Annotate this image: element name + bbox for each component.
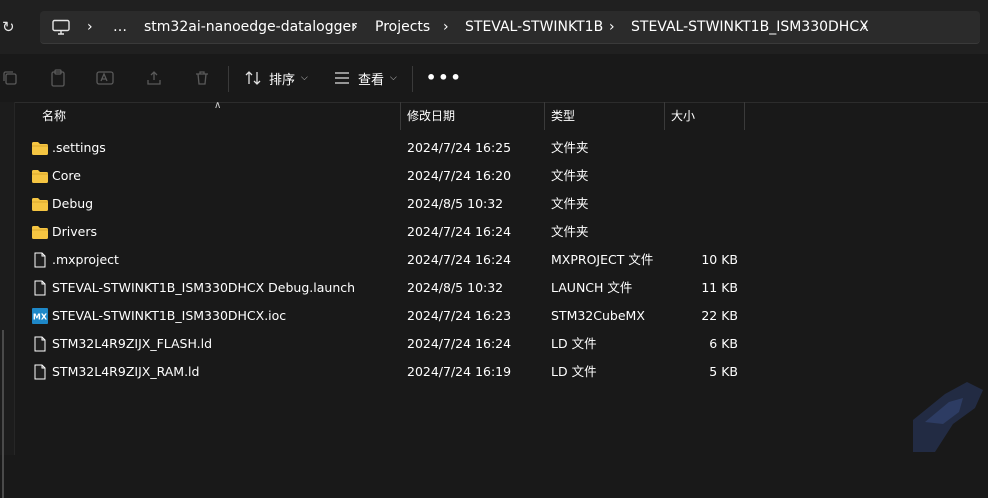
mx-icon: MX: [31, 308, 49, 324]
file-name: STM32L4R9ZIJX_RAM.ld: [52, 364, 200, 379]
file-modified-date: 2024/7/24 16:23: [407, 308, 512, 323]
svg-text:MX: MX: [33, 313, 48, 322]
file-type: LD 文件: [551, 364, 597, 379]
column-header-row: ∧ 名称 修改日期 类型 大小: [0, 100, 988, 130]
file-type: 文件夹: [551, 168, 589, 183]
file-row[interactable]: MX STEVAL-STWINKT1B_ISM330DHCX.ioc 2024/7/…: [22, 302, 752, 330]
watermark-logo: [913, 382, 983, 452]
file-modified-date: 2024/7/24 16:20: [407, 168, 512, 183]
file-modified-date: 2024/7/24 16:25: [407, 140, 512, 155]
file-icon: [31, 336, 49, 352]
file-name: STM32L4R9ZIJX_FLASH.ld: [52, 336, 213, 351]
chevron-right-icon[interactable]: ›: [862, 11, 868, 43]
file-name: STEVAL-STWINKT1B_ISM330DHCX Debug.launch: [52, 280, 356, 295]
breadcrumb-steval-stwinkt1b[interactable]: STEVAL-STWINKT1B: [465, 11, 603, 43]
delete-icon[interactable]: [190, 66, 214, 90]
chevron-right-icon[interactable]: ›: [87, 11, 93, 43]
file-size: [672, 218, 738, 246]
file-row[interactable]: .mxproject 2024/7/24 16:24 MXPROJECT 文件 10 …: [22, 246, 752, 274]
file-type: MXPROJECT 文件: [551, 252, 654, 267]
file-modified-date: 2024/7/24 16:19: [407, 364, 512, 379]
chevron-down-icon: ⌵: [301, 73, 308, 83]
column-header-size[interactable]: 大小: [664, 102, 745, 130]
sort-label: 排序: [269, 72, 296, 88]
chevron-right-icon[interactable]: ›: [609, 11, 615, 43]
address-bar[interactable]: › … stm32ai-nanoedge-datalogger › Projec…: [40, 11, 980, 44]
breadcrumb-stm32ai-nanoedge-datalogger[interactable]: stm32ai-nanoedge-datalogger: [144, 11, 357, 43]
file-size: 6 KB: [709, 336, 738, 351]
paste-icon[interactable]: [46, 66, 70, 90]
file-modified-date: 2024/8/5 10:32: [407, 196, 504, 211]
file-size: 5 KB: [709, 364, 738, 379]
folder-icon: [31, 140, 49, 156]
file-row[interactable]: STEVAL-STWINKT1B_ISM330DHCX Debug.launch…: [22, 274, 752, 302]
file-row[interactable]: Core 2024/7/24 16:20 文件夹: [22, 162, 752, 190]
file-type: 文件夹: [551, 196, 589, 211]
file-name: .mxproject: [52, 252, 119, 267]
column-header-name[interactable]: 名称: [35, 102, 401, 130]
file-type: 文件夹: [551, 224, 589, 239]
file-name: Debug: [52, 196, 94, 211]
address-bar-area: ↻ › … stm32ai-nanoedge-datalogger › Proj…: [0, 0, 988, 54]
file-size: [672, 190, 738, 218]
file-modified-date: 2024/8/5 10:32: [407, 280, 504, 295]
navigation-pane-edge: [0, 102, 15, 498]
file-name: Drivers: [52, 224, 97, 239]
copy-icon[interactable]: [0, 66, 22, 90]
breadcrumb-projects[interactable]: Projects: [375, 11, 430, 43]
column-header-type[interactable]: 类型: [544, 102, 665, 130]
file-row[interactable]: Debug 2024/8/5 10:32 文件夹: [22, 190, 752, 218]
file-size: 22 KB: [701, 308, 738, 323]
file-icon: [31, 364, 49, 380]
file-row[interactable]: .settings 2024/7/24 16:25 文件夹: [22, 134, 752, 162]
view-label: 查看: [358, 72, 385, 88]
file-size: 10 KB: [701, 252, 738, 267]
file-row[interactable]: STM32L4R9ZIJX_FLASH.ld 2024/7/24 16:24 LD …: [22, 330, 752, 358]
file-icon: [31, 252, 49, 268]
rename-icon[interactable]: [93, 66, 117, 90]
file-modified-date: 2024/7/24 16:24: [407, 224, 512, 239]
file-type: 文件夹: [551, 140, 589, 155]
chevron-right-icon[interactable]: ›: [443, 11, 449, 43]
file-type: STM32CubeMX: [551, 308, 645, 323]
breadcrumb-steval-stwinkt1b-ism330dhcx[interactable]: STEVAL-STWINKT1B_ISM330DHCX: [631, 11, 869, 43]
file-row[interactable]: STM32L4R9ZIJX_RAM.ld 2024/7/24 16:19 LD 文件…: [22, 358, 752, 386]
file-name: Core: [52, 168, 81, 183]
navigation-scrollbar[interactable]: [2, 330, 4, 498]
command-bar: 排序 ⌵ 查看 ⌵ •••: [0, 54, 988, 103]
view-button[interactable]: 查看 ⌵: [334, 66, 397, 90]
file-type: LD 文件: [551, 336, 597, 351]
file-row[interactable]: Drivers 2024/7/24 16:24 文件夹: [22, 218, 752, 246]
toolbar-separator: [228, 66, 229, 92]
file-modified-date: 2024/7/24 16:24: [407, 252, 512, 267]
share-icon[interactable]: [142, 66, 166, 90]
view-icon: [335, 72, 349, 84]
file-type: LAUNCH 文件: [551, 280, 633, 295]
folder-icon: [31, 168, 49, 184]
column-header-modified[interactable]: 修改日期: [400, 102, 545, 130]
file-name: .settings: [52, 140, 106, 155]
breadcrumb-overflow[interactable]: …: [113, 11, 127, 43]
folder-icon: [31, 224, 49, 240]
file-size: [672, 162, 738, 190]
file-size: 11 KB: [701, 280, 738, 295]
toolbar-separator: [412, 66, 413, 92]
more-options-button[interactable]: •••: [426, 66, 463, 90]
chevron-right-icon[interactable]: ›: [352, 11, 358, 43]
file-name: STEVAL-STWINKT1B_ISM330DHCX.ioc: [52, 308, 287, 323]
file-icon: [31, 280, 49, 296]
file-size: [672, 134, 738, 162]
folder-icon: [31, 196, 49, 212]
sort-button[interactable]: 排序 ⌵: [245, 66, 308, 90]
file-modified-date: 2024/7/24 16:24: [407, 336, 512, 351]
refresh-icon[interactable]: ↻: [0, 14, 24, 40]
chevron-down-icon: ⌵: [390, 73, 397, 83]
computer-icon[interactable]: [52, 11, 70, 43]
sort-icon: [245, 71, 261, 85]
